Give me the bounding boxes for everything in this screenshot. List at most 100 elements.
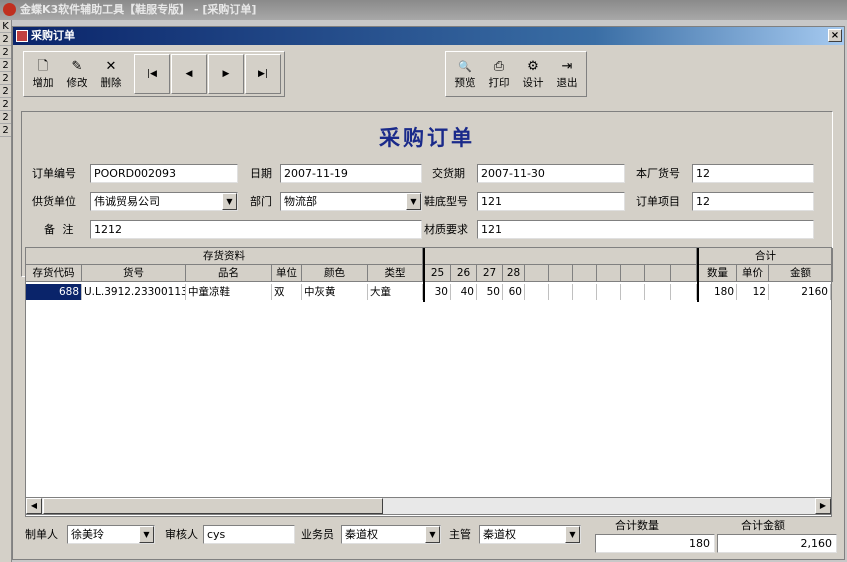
col-header-empty[interactable] (549, 265, 573, 282)
col-header[interactable]: 单位 (272, 265, 302, 282)
edit-button-label: 修改 (66, 76, 88, 89)
cell-stock-code[interactable]: 688 (26, 284, 82, 300)
chevron-down-icon[interactable]: ▼ (425, 526, 440, 543)
delete-button-label: 删除 (100, 76, 122, 89)
col-header[interactable]: 存货代码 (26, 265, 82, 282)
col-header[interactable]: 27 (477, 265, 503, 282)
col-header-empty[interactable] (573, 265, 597, 282)
cell-size-25[interactable]: 30 (425, 284, 451, 300)
col-header-empty[interactable] (621, 265, 645, 282)
cell-empty[interactable] (621, 284, 645, 300)
cell-price[interactable]: 12 (737, 284, 769, 300)
col-header-empty[interactable] (671, 265, 697, 282)
add-button[interactable]: 🗋 增加 (26, 54, 60, 94)
sole-field[interactable]: 121 (477, 192, 625, 211)
order-no-field[interactable]: POORD002093 (90, 164, 238, 183)
col-header[interactable]: 类型 (368, 265, 423, 282)
delete-icon: ✕ (105, 58, 117, 74)
col-header[interactable]: 品名 (186, 265, 272, 282)
material-label: 材质要求 (424, 223, 468, 236)
left-strip-cell[interactable]: 2 (0, 59, 11, 72)
cell-item-no[interactable]: U.L.3912.23300113 (82, 284, 186, 300)
cell-size-27[interactable]: 50 (477, 284, 503, 300)
design-button[interactable]: ⚙ 设计 (516, 54, 550, 94)
group-size-header (425, 248, 697, 265)
first-record-button[interactable]: |◀ (134, 54, 170, 94)
col-header-empty[interactable] (597, 265, 621, 282)
total-qty-field: 180 (595, 534, 715, 553)
dept-label: 部门 (250, 195, 272, 208)
cell-color[interactable]: 中灰黄 (302, 284, 368, 300)
date-field[interactable]: 2007-11-19 (280, 164, 422, 183)
cell-empty[interactable] (671, 284, 697, 300)
scroll-thumb[interactable] (43, 498, 383, 514)
toolbar-print-group: 🔍 预览 ⎙ 打印 ⚙ 设计 ⇥ 退出 (445, 51, 587, 97)
delivery-field[interactable]: 2007-11-30 (477, 164, 625, 183)
toolbar-edit-group: 🗋 增加 ✎ 修改 ✕ 删除 |◀ ◀ ▶ ▶| (23, 51, 285, 97)
edit-button[interactable]: ✎ 修改 (60, 54, 94, 94)
maker-select[interactable]: 徐美玲 ▼ (67, 525, 155, 544)
cell-empty[interactable] (645, 284, 671, 300)
col-header[interactable]: 单价 (737, 265, 769, 282)
cell-empty[interactable] (597, 284, 621, 300)
scroll-right-icon[interactable]: ▶ (815, 498, 831, 514)
chevron-down-icon[interactable]: ▼ (222, 193, 237, 210)
col-header[interactable]: 25 (425, 265, 451, 282)
cell-size-26[interactable]: 40 (451, 284, 477, 300)
supplier-select[interactable]: 伟诚贸易公司 ▼ (90, 192, 238, 211)
reviewer-label: 审核人 (165, 528, 198, 541)
grid-horizontal-scrollbar[interactable]: ◀ ▶ (25, 497, 832, 515)
col-header[interactable]: 数量 (699, 265, 737, 282)
sole-label: 鞋底型号 (424, 195, 468, 208)
cell-qty[interactable]: 180 (699, 284, 737, 300)
left-strip-cell[interactable]: 2 (0, 98, 11, 111)
left-strip-cell[interactable]: 2 (0, 33, 11, 46)
col-header[interactable]: 货号 (82, 265, 186, 282)
scroll-left-icon[interactable]: ◀ (26, 498, 42, 514)
left-strip-cell[interactable]: 2 (0, 124, 11, 137)
cell-empty[interactable] (525, 284, 549, 300)
preview-button[interactable]: 🔍 预览 (448, 54, 482, 94)
dept-select[interactable]: 物流部 ▼ (280, 192, 422, 211)
factory-no-field[interactable]: 12 (692, 164, 814, 183)
cell-unit[interactable]: 双 (272, 284, 302, 300)
chevron-down-icon[interactable]: ▼ (139, 526, 154, 543)
remark-field[interactable]: 1212 (90, 220, 422, 239)
cell-type[interactable]: 大童 (368, 284, 423, 300)
left-strip-cell[interactable]: 2 (0, 85, 11, 98)
col-header-empty[interactable] (645, 265, 671, 282)
next-record-button[interactable]: ▶ (208, 54, 244, 94)
print-button[interactable]: ⎙ 打印 (482, 54, 516, 94)
delete-button[interactable]: ✕ 删除 (94, 54, 128, 94)
total-amount-field: 2,160 (717, 534, 837, 553)
purchase-order-window: 采购订单 × 🗋 增加 ✎ 修改 ✕ 删除 |◀ ◀ ▶ ▶| 🔍 预览 ⎙ 打印 ⚙ 设计… (12, 26, 845, 560)
cell-name[interactable]: 中童凉鞋 (186, 284, 272, 300)
reviewer-field[interactable]: cys (203, 525, 295, 544)
close-button[interactable]: × (828, 29, 842, 42)
manager-select[interactable]: 秦道权 ▼ (479, 525, 581, 544)
cell-empty[interactable] (549, 284, 573, 300)
order-item-field[interactable]: 12 (692, 192, 814, 211)
cell-size-28[interactable]: 60 (503, 284, 525, 300)
col-header-empty[interactable] (525, 265, 549, 282)
group-total-header: 合计 (699, 248, 833, 265)
col-header[interactable]: 颜色 (302, 265, 368, 282)
left-strip-cell[interactable]: 2 (0, 46, 11, 59)
printer-icon: ⎙ (493, 58, 505, 74)
last-record-button[interactable]: ▶| (245, 54, 281, 94)
cell-empty[interactable] (573, 284, 597, 300)
material-field[interactable]: 121 (477, 220, 814, 239)
chevron-down-icon[interactable]: ▼ (565, 526, 580, 543)
prev-record-button[interactable]: ◀ (171, 54, 207, 94)
left-strip-cell[interactable]: 2 (0, 72, 11, 85)
chevron-down-icon[interactable]: ▼ (406, 193, 421, 210)
col-header[interactable]: 金额 (769, 265, 833, 282)
col-header[interactable]: 26 (451, 265, 477, 282)
left-strip-cell[interactable]: 2 (0, 111, 11, 124)
left-strip-cell[interactable]: K (0, 20, 11, 33)
app-title-bar: 金蝶K3软件辅助工具【鞋服专版】 - [采购订单] (0, 0, 847, 20)
col-header[interactable]: 28 (503, 265, 525, 282)
salesman-select[interactable]: 秦道权 ▼ (341, 525, 441, 544)
cell-amount[interactable]: 2160 (769, 284, 831, 300)
exit-button[interactable]: ⇥ 退出 (550, 54, 584, 94)
